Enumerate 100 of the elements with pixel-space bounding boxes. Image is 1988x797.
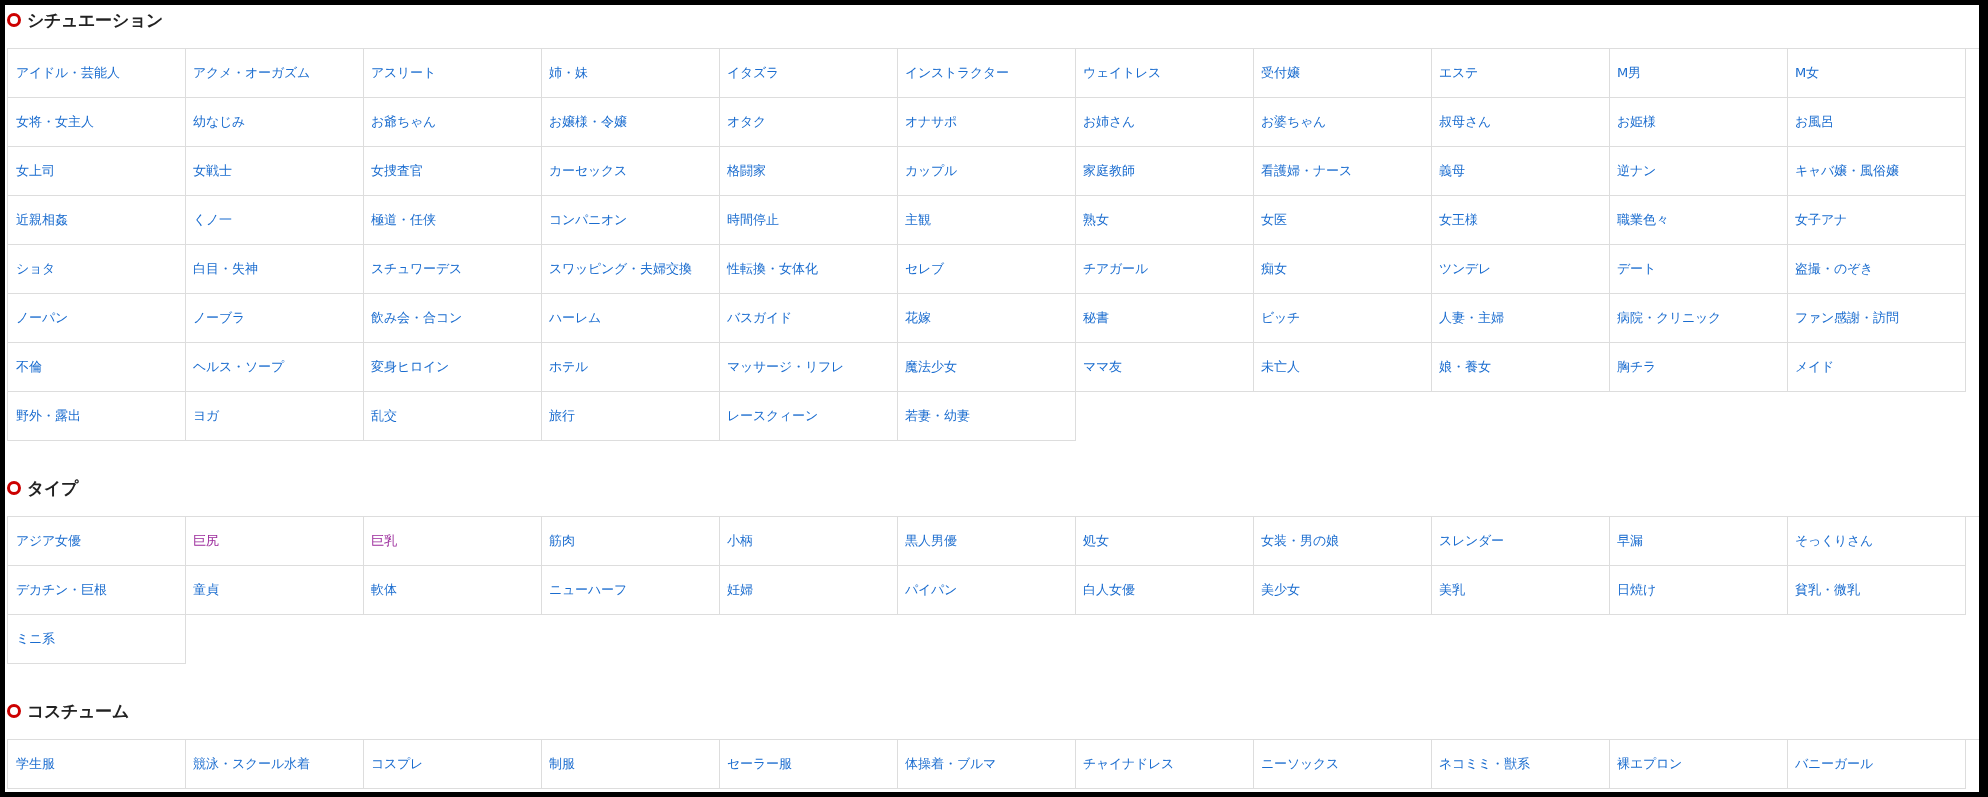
- category-link[interactable]: カーセックス: [549, 162, 627, 180]
- category-link[interactable]: 受付嬢: [1261, 64, 1300, 82]
- category-link[interactable]: お姉さん: [1083, 113, 1135, 131]
- category-link[interactable]: 不倫: [16, 358, 42, 376]
- category-link[interactable]: 女捜査官: [371, 162, 423, 180]
- category-link[interactable]: レースクィーン: [727, 407, 818, 425]
- category-link[interactable]: ショタ: [16, 260, 55, 278]
- category-link[interactable]: 時間停止: [727, 211, 779, 229]
- category-link[interactable]: 変身ヒロイン: [371, 358, 449, 376]
- category-link[interactable]: ファン感謝・訪問: [1795, 309, 1899, 327]
- category-link[interactable]: 家庭教師: [1083, 162, 1135, 180]
- category-link[interactable]: 学生服: [16, 755, 55, 773]
- category-link[interactable]: アジア女優: [16, 532, 81, 550]
- category-link[interactable]: ウェイトレス: [1083, 64, 1161, 82]
- category-link[interactable]: アスリート: [371, 64, 436, 82]
- category-link[interactable]: 競泳・スクール水着: [193, 755, 310, 773]
- category-link[interactable]: アクメ・オーガズム: [193, 64, 310, 82]
- category-link[interactable]: お爺ちゃん: [371, 113, 436, 131]
- category-link[interactable]: 乱交: [371, 407, 397, 425]
- category-link[interactable]: 逆ナン: [1617, 162, 1656, 180]
- category-link[interactable]: オナサポ: [905, 113, 957, 131]
- category-link[interactable]: 飲み会・合コン: [371, 309, 462, 327]
- category-link[interactable]: ツンデレ: [1439, 260, 1491, 278]
- category-link[interactable]: ハーレム: [549, 309, 601, 327]
- category-link[interactable]: 義母: [1439, 162, 1465, 180]
- category-link[interactable]: ネコミミ・獣系: [1439, 755, 1530, 773]
- category-link[interactable]: 病院・クリニック: [1617, 309, 1721, 327]
- category-link[interactable]: 近親相姦: [16, 211, 68, 229]
- category-link[interactable]: 格闘家: [727, 162, 766, 180]
- category-link[interactable]: 体操着・ブルマ: [905, 755, 996, 773]
- category-link[interactable]: 盗撮・のぞき: [1795, 260, 1873, 278]
- category-link[interactable]: 姉・妹: [549, 64, 588, 82]
- category-link[interactable]: ママ友: [1083, 358, 1122, 376]
- category-link[interactable]: 処女: [1083, 532, 1109, 550]
- category-link[interactable]: M男: [1617, 64, 1642, 82]
- category-link[interactable]: 日焼け: [1617, 581, 1656, 599]
- category-link[interactable]: チアガール: [1083, 260, 1148, 278]
- category-link[interactable]: 美乳: [1439, 581, 1465, 599]
- category-link[interactable]: 巨尻: [193, 532, 219, 550]
- category-link[interactable]: ホテル: [549, 358, 588, 376]
- category-link[interactable]: 裸エプロン: [1617, 755, 1682, 773]
- category-link[interactable]: 制服: [549, 755, 575, 773]
- category-link[interactable]: 童貞: [193, 581, 219, 599]
- category-link[interactable]: 職業色々: [1617, 211, 1669, 229]
- category-link[interactable]: スワッピング・夫婦交換: [549, 260, 692, 278]
- category-link[interactable]: ヨガ: [193, 407, 219, 425]
- category-link[interactable]: アイドル・芸能人: [16, 64, 120, 82]
- category-link[interactable]: 性転換・女体化: [727, 260, 818, 278]
- category-link[interactable]: 旅行: [549, 407, 575, 425]
- category-link[interactable]: デート: [1617, 260, 1656, 278]
- category-link[interactable]: コスプレ: [371, 755, 423, 773]
- category-link[interactable]: スレンダー: [1439, 532, 1504, 550]
- category-link[interactable]: 黒人男優: [905, 532, 957, 550]
- category-link[interactable]: ニューハーフ: [549, 581, 627, 599]
- category-link[interactable]: インストラクター: [905, 64, 1009, 82]
- category-link[interactable]: 貧乳・微乳: [1795, 581, 1860, 599]
- category-link[interactable]: 女王様: [1439, 211, 1478, 229]
- category-link[interactable]: 未亡人: [1261, 358, 1300, 376]
- category-link[interactable]: セーラー服: [727, 755, 792, 773]
- category-link[interactable]: デカチン・巨根: [16, 581, 107, 599]
- category-link[interactable]: そっくりさん: [1795, 532, 1873, 550]
- category-link[interactable]: イタズラ: [727, 64, 779, 82]
- category-link[interactable]: 白人女優: [1083, 581, 1135, 599]
- category-link[interactable]: 熟女: [1083, 211, 1109, 229]
- category-link[interactable]: 美少女: [1261, 581, 1300, 599]
- category-link[interactable]: ノーブラ: [193, 309, 245, 327]
- category-link[interactable]: 女子アナ: [1795, 211, 1847, 229]
- category-link[interactable]: 痴女: [1261, 260, 1287, 278]
- category-link[interactable]: コンパニオン: [549, 211, 627, 229]
- category-link[interactable]: 看護婦・ナース: [1261, 162, 1352, 180]
- category-link[interactable]: バスガイド: [727, 309, 792, 327]
- category-link[interactable]: 魔法少女: [905, 358, 957, 376]
- category-link[interactable]: お姫様: [1617, 113, 1656, 131]
- category-link[interactable]: 娘・養女: [1439, 358, 1491, 376]
- category-link[interactable]: 女将・女主人: [16, 113, 94, 131]
- category-link[interactable]: 花嫁: [905, 309, 931, 327]
- category-link[interactable]: キャバ嬢・風俗嬢: [1795, 162, 1899, 180]
- category-link[interactable]: セレブ: [905, 260, 944, 278]
- category-link[interactable]: 妊婦: [727, 581, 753, 599]
- category-link[interactable]: 野外・露出: [16, 407, 81, 425]
- category-link[interactable]: ビッチ: [1261, 309, 1300, 327]
- category-link[interactable]: 若妻・幼妻: [905, 407, 970, 425]
- category-link[interactable]: お風呂: [1795, 113, 1834, 131]
- category-link[interactable]: 小柄: [727, 532, 753, 550]
- category-link[interactable]: 主観: [905, 211, 931, 229]
- category-link[interactable]: 極道・任侠: [371, 211, 436, 229]
- category-link[interactable]: お嬢様・令嬢: [549, 113, 627, 131]
- category-link[interactable]: ミニ系: [16, 630, 55, 648]
- category-link[interactable]: バニーガール: [1795, 755, 1873, 773]
- category-link[interactable]: メイド: [1795, 358, 1834, 376]
- category-link[interactable]: 筋肉: [549, 532, 575, 550]
- category-link[interactable]: エステ: [1439, 64, 1478, 82]
- category-link[interactable]: 巨乳: [371, 532, 397, 550]
- category-link[interactable]: ノーパン: [16, 309, 68, 327]
- category-link[interactable]: 軟体: [371, 581, 397, 599]
- category-link[interactable]: くノ一: [193, 211, 232, 229]
- category-link[interactable]: 叔母さん: [1439, 113, 1491, 131]
- category-link[interactable]: ニーソックス: [1261, 755, 1339, 773]
- category-link[interactable]: お婆ちゃん: [1261, 113, 1326, 131]
- category-link[interactable]: ヘルス・ソープ: [193, 358, 284, 376]
